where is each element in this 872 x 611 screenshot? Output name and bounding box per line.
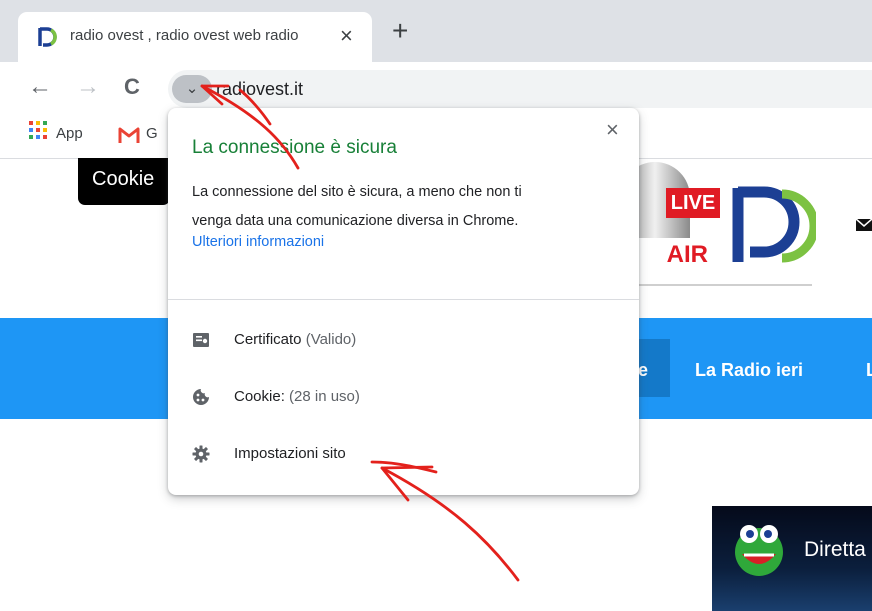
certificate-status: (Valido) <box>301 331 357 348</box>
frog-mascot-icon <box>735 525 783 576</box>
certificate-icon <box>193 333 209 347</box>
cookies-count: (28 in uso) <box>284 388 360 405</box>
site-info-popup: × La connessione è sicura La connessione… <box>168 108 639 495</box>
cookie-tab[interactable]: Cookie <box>78 158 170 205</box>
certificate-label: Certificato <box>234 331 302 348</box>
bookmark-gmail-label[interactable]: G <box>146 125 158 142</box>
nav-link-la-radio-ieri[interactable]: La Radio ieri <box>695 360 803 381</box>
apps-grid-icon <box>29 121 47 139</box>
nav-link-next[interactable]: L <box>866 360 872 381</box>
address-bar[interactable]: ⌄ radiovest.it <box>168 70 872 108</box>
radio-ovest-logo-icon <box>732 186 816 263</box>
radio-ovest-favicon-icon <box>38 27 57 47</box>
reload-button[interactable]: C <box>124 72 140 102</box>
gear-icon <box>192 445 210 463</box>
forward-button[interactable]: → <box>76 72 100 102</box>
connection-description-line-2: venga data una comunicazione diversa in … <box>192 213 519 229</box>
popup-divider <box>168 299 639 300</box>
mail-icon[interactable] <box>856 218 872 232</box>
connection-secure-heading: La connessione è sicura <box>192 137 397 158</box>
cookie-icon <box>193 389 209 405</box>
url-text: radiovest.it <box>216 79 304 99</box>
cookies-row[interactable]: Cookie: (28 in uso) <box>168 374 639 424</box>
site-settings-row[interactable]: Impostazioni sito <box>168 431 639 481</box>
cookies-label: Cookie: <box>234 388 285 405</box>
connection-description-line-1: La connessione del sito è sicura, a meno… <box>192 184 522 200</box>
nav-link-current[interactable]: e <box>638 360 648 381</box>
new-tab-button[interactable]: + <box>392 17 408 45</box>
learn-more-link[interactable]: Ulteriori informazioni <box>192 234 324 250</box>
live-badge: LIVE <box>666 188 720 218</box>
video-title: Diretta <box>804 538 866 561</box>
bookmark-apps[interactable]: App <box>56 125 83 142</box>
tab-strip: radio ovest , radio ovest web radio × + <box>0 0 872 62</box>
tab-title: radio ovest , radio ovest web radio <box>70 27 299 44</box>
browser-toolbar: ← → C ⌄ radiovest.it <box>0 62 872 114</box>
popup-close-button[interactable]: × <box>606 118 619 142</box>
tab-close-button[interactable]: × <box>340 23 353 49</box>
gmail-icon[interactable] <box>118 126 140 144</box>
air-badge: AIR <box>638 238 708 272</box>
site-settings-label: Impostazioni sito <box>234 445 346 462</box>
certificate-row[interactable]: Certificato (Valido) <box>168 317 639 367</box>
connection-description: La connessione del sito è sicura, a meno… <box>192 178 612 236</box>
back-button[interactable]: ← <box>28 72 52 102</box>
chevron-down-icon: ⌄ <box>185 80 199 97</box>
site-info-button[interactable]: ⌄ <box>172 75 212 103</box>
browser-tab[interactable]: radio ovest , radio ovest web radio × <box>18 12 372 62</box>
